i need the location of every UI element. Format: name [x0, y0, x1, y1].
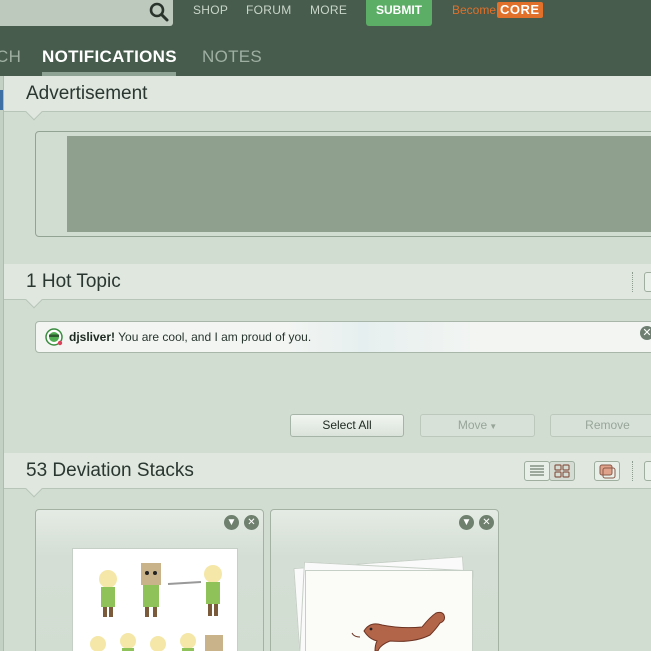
hot-topic-header: 1 Hot Topic: [4, 264, 651, 309]
chevron-down-icon[interactable]: ▼: [459, 515, 474, 530]
top-bar: SHOP FORUM MORE SUBMIT Become CORE: [0, 0, 651, 37]
chevron-down-icon[interactable]: ▼: [224, 515, 239, 530]
deviation-thumbnail[interactable]: [72, 548, 238, 651]
core-badge[interactable]: CORE: [497, 2, 543, 18]
nav-forum[interactable]: FORUM: [246, 3, 292, 17]
stacks-title: 53 Deviation Stacks: [26, 460, 194, 481]
tab-notes[interactable]: NOTES: [202, 47, 262, 67]
list-view-icon[interactable]: [644, 272, 651, 292]
grid-view-icon[interactable]: [549, 461, 575, 481]
advertisement-header: Advertisement: [4, 76, 651, 121]
divider: [632, 272, 633, 292]
list-view-icon[interactable]: [644, 461, 651, 481]
close-icon[interactable]: ✕: [479, 515, 494, 530]
tab-bar: CH NOTIFICATIONS NOTES: [0, 37, 651, 76]
divider: [632, 461, 633, 481]
stack-view-icon[interactable]: [594, 461, 620, 481]
advertisement-box: [35, 131, 651, 237]
stacks-header: 53 Deviation Stacks: [4, 453, 651, 498]
deviation-stack-card[interactable]: ▼ ✕: [270, 509, 499, 651]
advertisement-content[interactable]: [67, 136, 651, 232]
move-label: Move: [457, 418, 488, 432]
tab-notifications[interactable]: NOTIFICATIONS: [42, 47, 177, 67]
move-button[interactable]: Move ▼: [420, 414, 535, 437]
hot-topic-message: djsliver! You are cool, and I am proud o…: [69, 330, 311, 344]
tab-search[interactable]: CH: [0, 47, 21, 67]
deviation-thumbnail[interactable]: [305, 570, 473, 651]
close-icon[interactable]: ✕: [640, 326, 651, 340]
left-rail: [0, 76, 4, 651]
header-notch: [25, 291, 43, 309]
header-notch: [25, 103, 43, 121]
close-icon[interactable]: ✕: [244, 515, 259, 530]
list-view-icon[interactable]: [524, 461, 550, 481]
advertisement-title: Advertisement: [26, 83, 148, 104]
nav-more[interactable]: MORE: [310, 3, 347, 17]
hot-topic-item[interactable]: djsliver! You are cool, and I am proud o…: [35, 321, 651, 353]
search-input[interactable]: [0, 0, 173, 26]
left-rail-marker: [0, 90, 3, 110]
submit-button[interactable]: SUBMIT: [366, 0, 432, 26]
search-icon[interactable]: [148, 1, 170, 23]
deviation-stack-card[interactable]: ▼ ✕: [35, 509, 264, 651]
nav-shop[interactable]: SHOP: [193, 3, 228, 17]
remove-button[interactable]: Remove: [550, 414, 651, 437]
select-all-button[interactable]: Select All: [290, 414, 404, 437]
hot-topic-title: 1 Hot Topic: [26, 271, 121, 292]
hot-topic-text: You are cool, and I am proud of you.: [115, 330, 312, 344]
become-core-link[interactable]: Become: [452, 3, 496, 17]
header-notch: [25, 480, 43, 498]
hot-topic-username[interactable]: djsliver!: [69, 330, 115, 344]
avatar-icon: [45, 328, 63, 346]
chevron-down-icon: ▼: [489, 422, 498, 431]
